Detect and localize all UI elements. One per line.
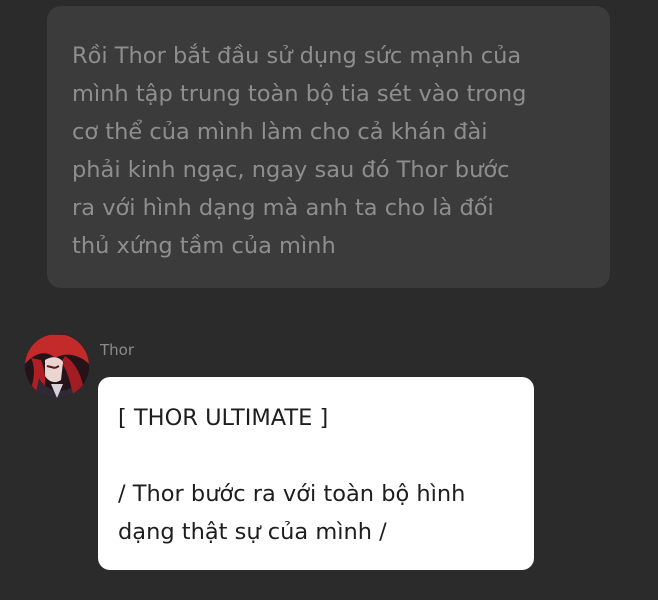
message-title-line: [ THOR ULTIMATE ] — [118, 405, 329, 431]
message-text-line: / Thor bước ra với toàn bộ hình — [118, 481, 466, 507]
message-text-line: dạng thật sự của mình / — [118, 519, 387, 545]
avatar[interactable] — [25, 334, 89, 398]
speaker-name: Thor — [100, 341, 135, 359]
red-haired-character-avatar-icon — [25, 334, 89, 398]
message-bubble: [ THOR ULTIMATE ] / Thor bước ra với toà… — [98, 377, 534, 570]
narration-text: Rồi Thor bắt đầu sử dụng sức mạnh của mì… — [72, 43, 527, 259]
narration-bubble: Rồi Thor bắt đầu sử dụng sức mạnh của mì… — [47, 6, 610, 288]
